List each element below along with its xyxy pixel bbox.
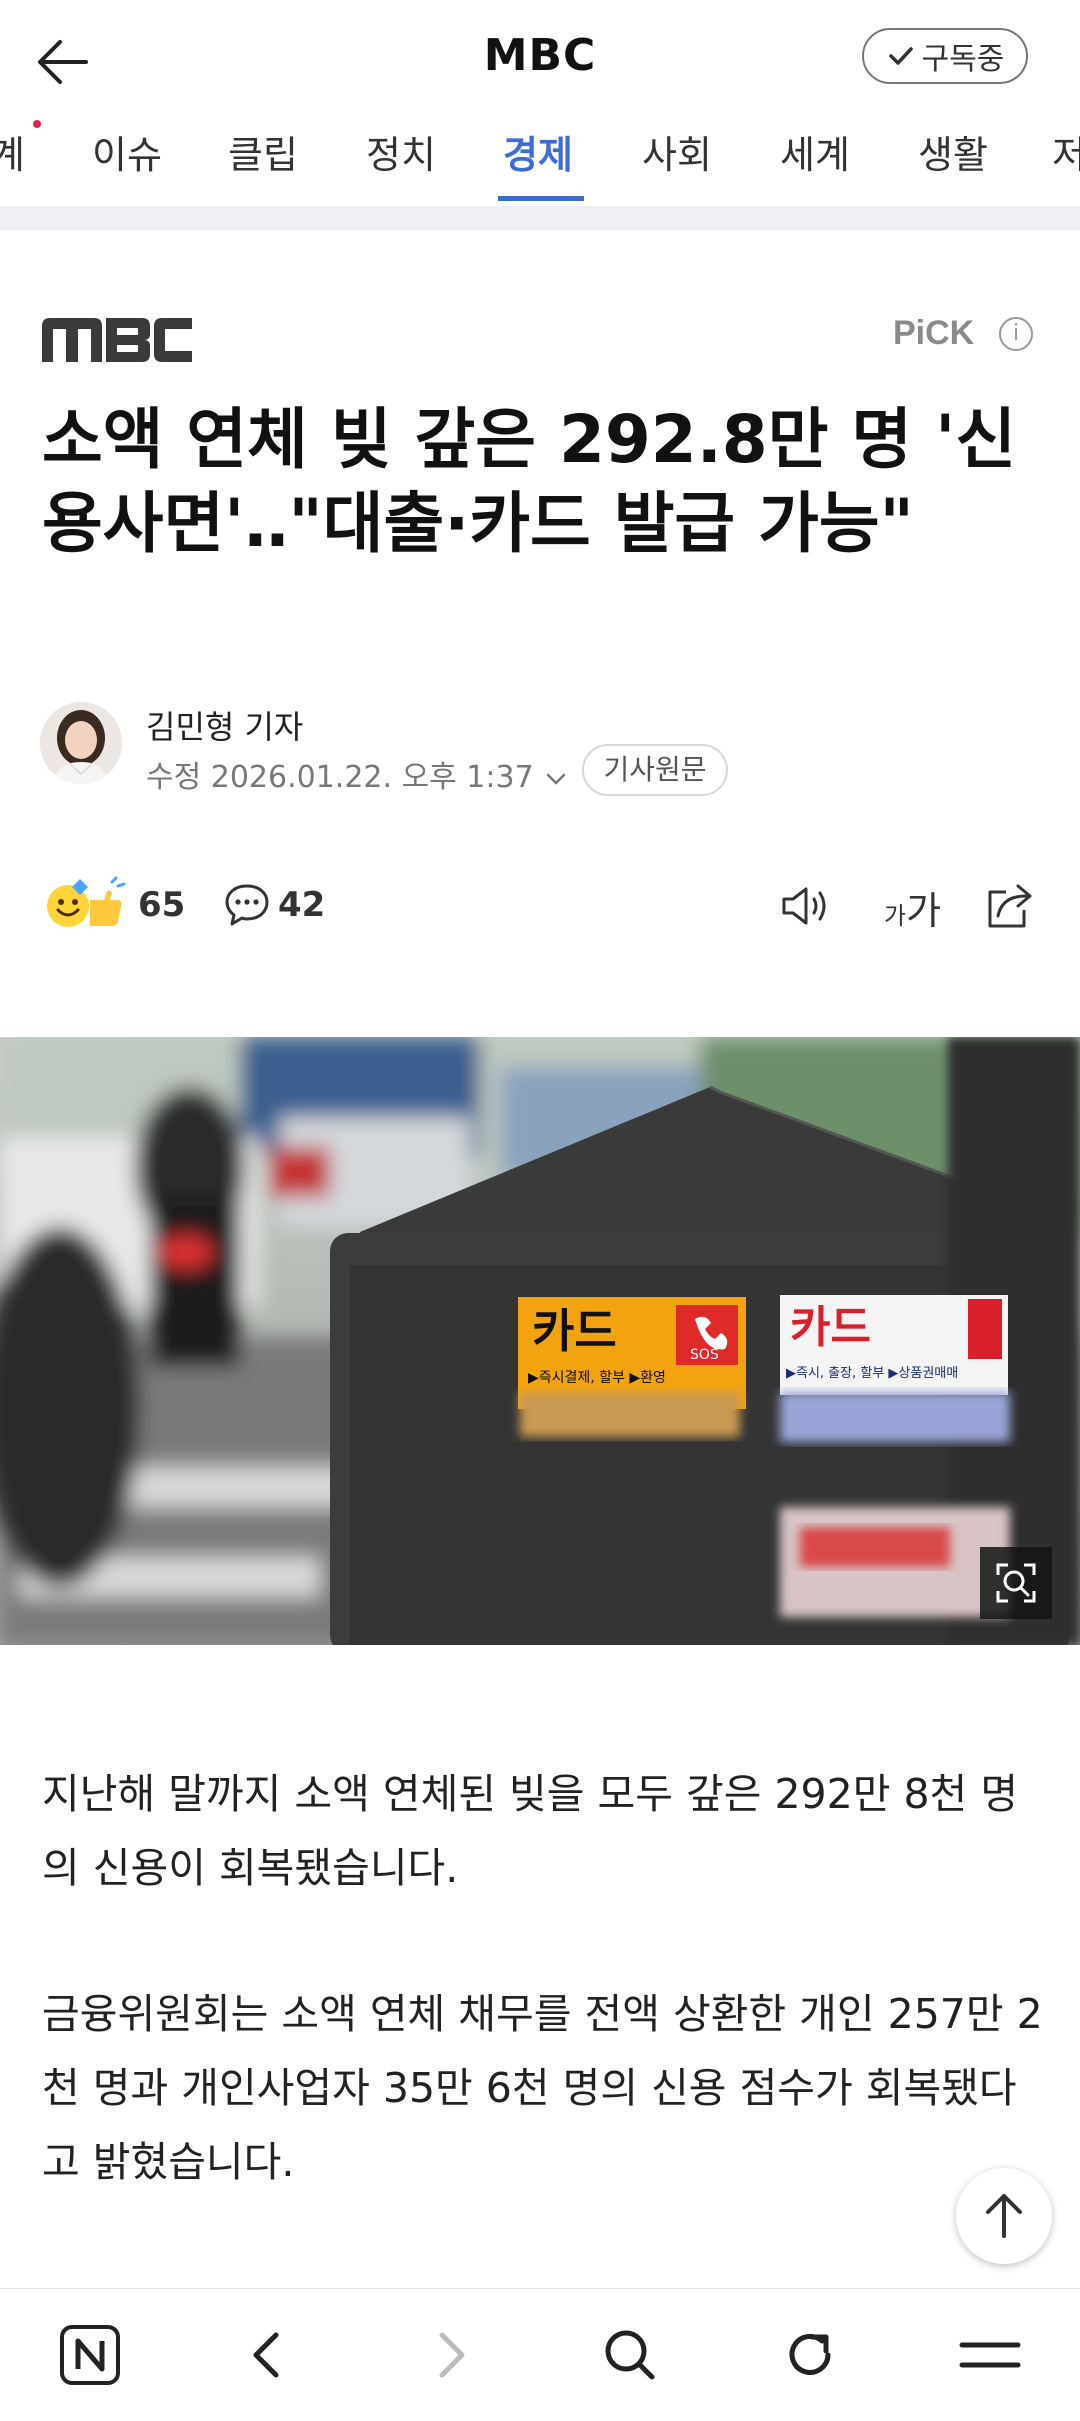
- subscribe-button[interactable]: 구독중: [862, 28, 1028, 84]
- font-size-button[interactable]: 가가: [884, 880, 941, 935]
- press-logo[interactable]: [42, 318, 192, 368]
- sticker-1-line: ▶즉시결제, 할부 ▶환영: [528, 1370, 666, 1386]
- pick-label: PiCK: [893, 314, 975, 352]
- tab-next[interactable]: 저: [1052, 124, 1080, 179]
- tab-life[interactable]: 생활: [918, 124, 988, 179]
- author-avatar[interactable]: [40, 702, 122, 784]
- comment-icon: [225, 884, 269, 926]
- sticker-1-sos: SOS: [690, 1347, 719, 1363]
- sticker-2-line: ▶즉시, 출장, 할부 ▶상품권매매: [786, 1366, 958, 1381]
- reaction-count: 65: [138, 885, 186, 925]
- share-button[interactable]: [984, 880, 1036, 930]
- nav-menu-button[interactable]: [954, 2319, 1026, 2391]
- tts-button[interactable]: [780, 884, 832, 928]
- new-badge-dot: [33, 120, 41, 128]
- speaker-icon: [782, 887, 826, 925]
- tab-politics[interactable]: 정치: [366, 124, 436, 179]
- naver-home-button[interactable]: [54, 2319, 126, 2391]
- top-bar: MBC 구독중: [0, 0, 1080, 125]
- naver-n-icon: [60, 2325, 120, 2385]
- edited-datetime-text: 수정 2026.01.22. 오후 1:37: [146, 760, 534, 795]
- article-headline: 소액 연체 빚 갚은 292.8만 명 '신용사면'‥"대출·카드 발급 가능": [42, 401, 1017, 562]
- sticker-1-text: 카드: [532, 1304, 617, 1358]
- bottom-navigation: [0, 2288, 1080, 2421]
- divider: [0, 206, 1080, 230]
- original-article-button[interactable]: 기사원문: [582, 744, 728, 796]
- tab-issue[interactable]: 이슈: [92, 124, 162, 179]
- zoom-icon: [996, 1563, 1036, 1603]
- smile-reaction-icon: [47, 876, 126, 927]
- active-tab-indicator: [498, 196, 584, 201]
- chevron-left-icon: [253, 2332, 279, 2378]
- menu-icon: [959, 2342, 1021, 2368]
- mbc-logo: [42, 318, 192, 362]
- font-large-glyph: 가: [906, 889, 942, 933]
- edited-datetime[interactable]: 수정 2026.01.22. 오후 1:37: [146, 752, 569, 796]
- tab-economy[interactable]: 경제: [503, 124, 573, 179]
- comment-button[interactable]: [224, 882, 270, 928]
- nav-refresh-button[interactable]: [774, 2319, 846, 2391]
- subscribe-label: 구독중: [921, 42, 1005, 77]
- section-tabs: 계 이슈 클립 정치 경제 사회 세계 생활 저: [0, 120, 1080, 206]
- search-icon: [605, 2330, 655, 2380]
- share-icon: [988, 884, 1032, 928]
- article-photo[interactable]: 카드 SOS ▶즉시결제, 할부 ▶환영 카드 ▶즉시, 출장, 할부 ▶상품권…: [0, 1037, 1080, 1645]
- comment-count: 42: [278, 885, 326, 925]
- scroll-to-top-button[interactable]: [956, 2168, 1052, 2264]
- tab-world[interactable]: 세계: [780, 124, 850, 179]
- article-paragraph: 금융위원회는 소액 연체 채무를 전액 상환한 개인 257만 2천 명과 개인…: [42, 1990, 1043, 2186]
- reaction-button[interactable]: [44, 876, 130, 932]
- tab-clip[interactable]: 클립: [228, 124, 298, 179]
- author-name[interactable]: 김민형 기자: [146, 702, 303, 748]
- info-icon[interactable]: i: [999, 317, 1033, 351]
- tab-society[interactable]: 사회: [642, 124, 712, 179]
- nav-forward-button[interactable]: [414, 2319, 486, 2391]
- chevron-down-icon: [546, 773, 566, 785]
- sticker-2-text: 카드: [790, 1302, 871, 1353]
- article-paragraph: 지난해 말까지 소액 연체된 빚을 모두 갚은 292만 8천 명의 신용이 회…: [42, 1770, 1019, 1892]
- nav-search-button[interactable]: [594, 2319, 666, 2391]
- arrow-up-icon: [986, 2194, 1022, 2238]
- font-small-glyph: 가: [884, 902, 907, 930]
- chevron-right-icon: [439, 2332, 465, 2378]
- photo-zoom-button[interactable]: [980, 1547, 1052, 1619]
- tab-prev[interactable]: 계: [0, 124, 25, 179]
- nav-back-button[interactable]: [232, 2319, 304, 2391]
- refresh-icon: [789, 2333, 831, 2375]
- check-icon: [888, 47, 913, 65]
